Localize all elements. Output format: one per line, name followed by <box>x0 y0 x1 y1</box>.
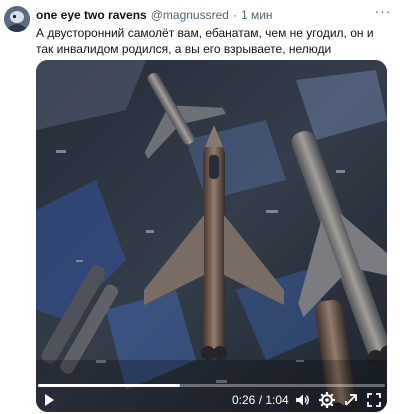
more-options-icon[interactable]: ··· <box>374 4 392 18</box>
volume-icon[interactable] <box>294 392 310 408</box>
play-icon[interactable] <box>42 393 56 407</box>
video-player[interactable]: 0:26 / 1:04 <box>36 60 387 412</box>
video-progress-bar[interactable] <box>38 384 385 387</box>
tweet-header: one eye two ravens @magnussred · 1 мин <box>36 8 273 22</box>
author-name[interactable]: one eye two ravens <box>36 8 147 22</box>
tweet[interactable]: one eye two ravens @magnussred · 1 мин ·… <box>0 0 400 414</box>
fullscreen-icon[interactable] <box>366 392 382 408</box>
video-frame <box>36 60 387 412</box>
video-controls: 0:26 / 1:04 <box>36 388 387 412</box>
timestamp[interactable]: 1 мин <box>241 8 273 22</box>
video-timecode: 0:26 / 1:04 <box>232 393 289 407</box>
avatar[interactable] <box>4 6 30 32</box>
tweet-text: А двусторонний самолёт вам, ебанатам, че… <box>36 26 374 56</box>
expand-icon[interactable] <box>343 392 359 408</box>
separator-dot: · <box>232 8 237 22</box>
settings-icon[interactable] <box>319 392 335 408</box>
video-progress-fill <box>38 384 181 387</box>
avatar-image <box>4 6 30 32</box>
author-handle[interactable]: @magnussred <box>151 8 229 22</box>
